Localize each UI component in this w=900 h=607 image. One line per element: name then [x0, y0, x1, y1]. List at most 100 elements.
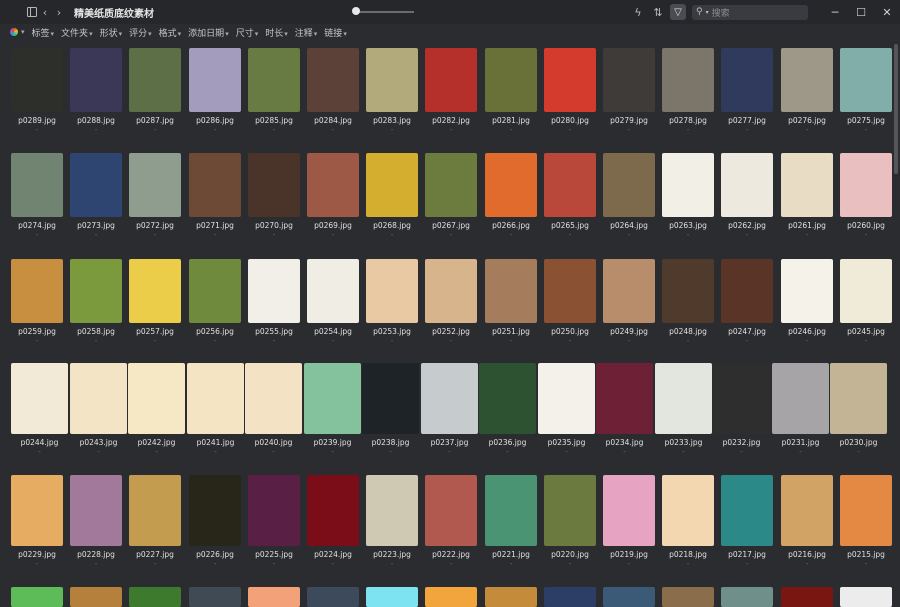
thumbnail-p0274[interactable] [11, 153, 63, 217]
thumbnail-p0239[interactable] [304, 363, 361, 434]
thumbnail-p0253[interactable] [366, 259, 418, 323]
thumbnail-p0254[interactable] [307, 259, 359, 323]
file-name-label: p0220.jpg [551, 550, 589, 559]
thumbnail-r5-2[interactable] [129, 587, 181, 607]
thumbnail-p0247[interactable] [721, 259, 773, 323]
thumbnail-p0260[interactable] [840, 153, 892, 217]
file-name-label: p0281.jpg [492, 116, 530, 125]
thumbnail-p0270[interactable] [248, 153, 300, 217]
thumbnail-p0236[interactable] [479, 363, 536, 434]
thumbnail-p0226[interactable] [189, 475, 241, 546]
thumbnail-p0227[interactable] [129, 475, 181, 546]
thumbnail-p0264[interactable] [603, 153, 655, 217]
thumbnail-p0222[interactable] [425, 475, 477, 546]
thumbnail-p0241[interactable] [187, 363, 244, 434]
file-name-label: p0277.jpg [728, 116, 766, 125]
thumbnail-p0235[interactable] [538, 363, 595, 434]
thumbnail-p0284[interactable] [307, 48, 359, 112]
scrollbar[interactable] [892, 40, 900, 600]
thumbnail-p0245[interactable] [840, 259, 892, 323]
thumbnail-p0269[interactable] [307, 153, 359, 217]
thumbnail-r5-8[interactable] [485, 587, 537, 607]
thumbnail-r5-7[interactable] [425, 587, 477, 607]
thumbnail-r5-3[interactable] [189, 587, 241, 607]
thumbnail-p0288[interactable] [70, 48, 122, 112]
thumbnail-p0242[interactable] [128, 363, 185, 434]
thumbnail-p0234[interactable] [596, 363, 653, 434]
thumbnail-p0286[interactable] [189, 48, 241, 112]
thumbnail-p0225[interactable] [248, 475, 300, 546]
thumbnail-p0277[interactable] [721, 48, 773, 112]
thumbnail-r5-4[interactable] [248, 587, 300, 607]
thumbnail-r5-5[interactable] [307, 587, 359, 607]
thumbnail-p0279[interactable] [603, 48, 655, 112]
thumbnail-p0281[interactable] [485, 48, 537, 112]
file-meta-dash: - [745, 337, 749, 345]
thumbnail-r5-10[interactable] [603, 587, 655, 607]
thumbnail-p0263[interactable] [662, 153, 714, 217]
thumbnail-p0221[interactable] [485, 475, 537, 546]
thumbnail-r5-14[interactable] [840, 587, 892, 607]
file-meta-dash: - [213, 337, 217, 345]
thumbnail-p0280[interactable] [544, 48, 596, 112]
thumbnail-p0278[interactable] [662, 48, 714, 112]
thumbnail-p0238[interactable] [362, 363, 419, 434]
thumbnail-p0215[interactable] [840, 475, 892, 546]
thumbnail-p0282[interactable] [425, 48, 477, 112]
thumbnail-p0230[interactable] [830, 363, 887, 434]
thumbnail-p0228[interactable] [70, 475, 122, 546]
thumbnail-p0289[interactable] [11, 48, 63, 112]
thumbnail-p0233[interactable] [655, 363, 712, 434]
thumbnail-p0268[interactable] [366, 153, 418, 217]
thumbnail-p0257[interactable] [129, 259, 181, 323]
thumbnail-p0231[interactable] [772, 363, 829, 434]
thumbnail-p0275[interactable] [840, 48, 892, 112]
scrollbar-thumb[interactable] [894, 44, 898, 174]
thumbnail-r5-9[interactable] [544, 587, 596, 607]
thumbnail-r5-1[interactable] [70, 587, 122, 607]
thumbnail-r5-6[interactable] [366, 587, 418, 607]
thumbnail-p0244[interactable] [11, 363, 68, 434]
thumbnail-p0285[interactable] [248, 48, 300, 112]
thumbnail-p0223[interactable] [366, 475, 418, 546]
thumbnail-p0271[interactable] [189, 153, 241, 217]
thumbnail-p0229[interactable] [11, 475, 63, 546]
thumbnail-p0249[interactable] [603, 259, 655, 323]
thumbnail-p0258[interactable] [70, 259, 122, 323]
thumbnail-p0262[interactable] [721, 153, 773, 217]
thumbnail-r5-11[interactable] [662, 587, 714, 607]
thumbnail-p0237[interactable] [421, 363, 478, 434]
thumbnail-p0220[interactable] [544, 475, 596, 546]
file-meta-dash: - [509, 126, 513, 134]
thumbnail-p0218[interactable] [662, 475, 714, 546]
thumbnail-p0287[interactable] [129, 48, 181, 112]
thumbnail-p0217[interactable] [721, 475, 773, 546]
thumbnail-p0224[interactable] [307, 475, 359, 546]
thumbnail-p0266[interactable] [485, 153, 537, 217]
thumbnail-p0252[interactable] [425, 259, 477, 323]
file-meta-dash: - [449, 231, 453, 239]
thumbnail-r5-0[interactable] [11, 587, 63, 607]
thumbnail-p0267[interactable] [425, 153, 477, 217]
thumbnail-p0255[interactable] [248, 259, 300, 323]
thumbnail-p0216[interactable] [781, 475, 833, 546]
thumbnail-p0256[interactable] [189, 259, 241, 323]
thumbnail-p0259[interactable] [11, 259, 63, 323]
thumbnail-p0272[interactable] [129, 153, 181, 217]
file-name-label: p0246.jpg [788, 327, 826, 336]
thumbnail-p0232[interactable] [713, 363, 770, 434]
thumbnail-p0250[interactable] [544, 259, 596, 323]
thumbnail-p0219[interactable] [603, 475, 655, 546]
thumbnail-p0240[interactable] [245, 363, 302, 434]
thumbnail-r5-13[interactable] [781, 587, 833, 607]
thumbnail-p0273[interactable] [70, 153, 122, 217]
thumbnail-p0243[interactable] [70, 363, 127, 434]
thumbnail-p0265[interactable] [544, 153, 596, 217]
thumbnail-p0261[interactable] [781, 153, 833, 217]
thumbnail-r5-12[interactable] [721, 587, 773, 607]
thumbnail-p0251[interactable] [485, 259, 537, 323]
thumbnail-p0283[interactable] [366, 48, 418, 112]
thumbnail-p0246[interactable] [781, 259, 833, 323]
thumbnail-p0276[interactable] [781, 48, 833, 112]
thumbnail-p0248[interactable] [662, 259, 714, 323]
